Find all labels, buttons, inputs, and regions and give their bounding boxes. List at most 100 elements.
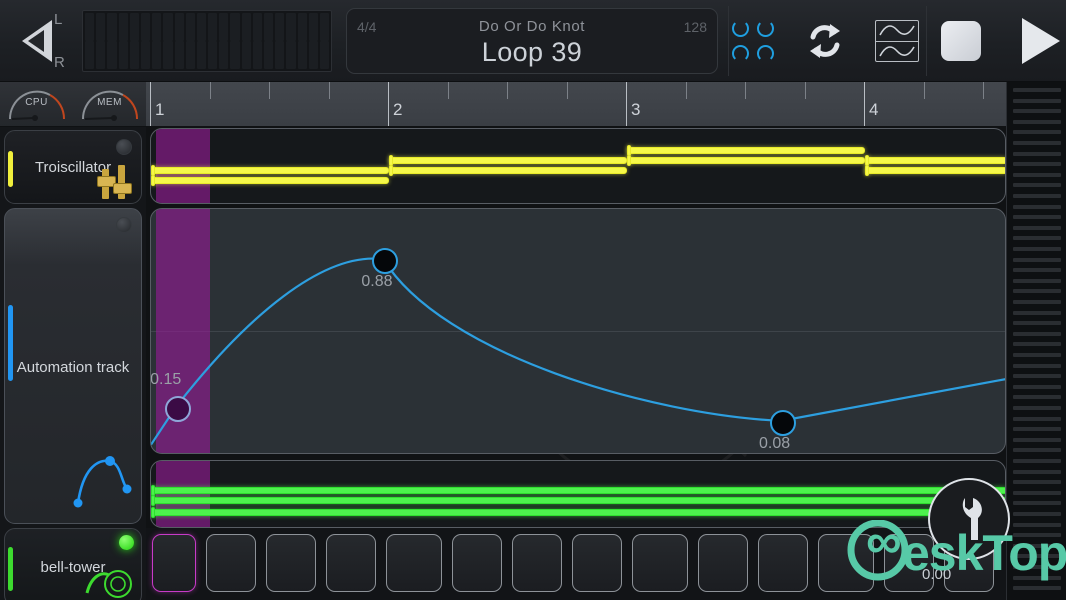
keyboard-key[interactable] [1013,459,1061,463]
play-button[interactable] [1018,18,1064,64]
note-clip[interactable] [151,497,1005,504]
note-clip[interactable] [627,147,865,154]
keyboard-key[interactable] [1013,130,1061,135]
automation-node[interactable] [770,409,797,436]
selection-region-bell-tower[interactable] [156,461,210,527]
keyboard-key[interactable] [1013,172,1061,177]
clip-pad[interactable] [818,534,874,592]
loop-button[interactable] [802,18,848,64]
keyboard-key[interactable] [1013,554,1061,559]
note-clip[interactable] [627,157,865,164]
note-clip[interactable] [389,167,627,174]
keyboard-key[interactable] [1013,353,1061,357]
keyboard-key[interactable] [1013,490,1061,495]
ruler-bar-tick [864,82,865,126]
automation-curve[interactable] [151,209,1006,454]
clip-pad[interactable] [152,534,196,592]
keyboard-key[interactable] [1013,363,1061,368]
keyboard-key[interactable] [1013,384,1061,389]
keyboard-key[interactable] [1013,395,1061,400]
keyboard-key[interactable] [1013,522,1061,527]
track-knob-troiscillator[interactable] [116,139,132,155]
waveform-button[interactable] [874,18,920,64]
track-knob-automation[interactable] [116,217,132,233]
keyboard-key[interactable] [1013,300,1061,304]
note-clip[interactable] [151,167,389,174]
keyboard-key[interactable] [1013,268,1061,273]
note-clip[interactable] [151,509,1005,516]
keyboard-key[interactable] [1013,437,1061,442]
keyboard-key[interactable] [1013,565,1061,569]
keyboard-key[interactable] [1013,543,1061,548]
clip-pad[interactable] [326,534,376,592]
track-header-bell-tower[interactable]: bell-tower [4,528,142,600]
keyboard-key[interactable] [1013,236,1061,241]
keyboard-key[interactable] [1013,162,1061,167]
keyboard-key[interactable] [1013,469,1061,474]
note-clip[interactable] [865,167,1005,174]
keyboard-key[interactable] [1013,374,1061,379]
settings-wrench-button[interactable] [928,478,1010,560]
keyboard-strip[interactable] [1006,82,1066,600]
automation-node[interactable] [165,395,192,422]
clip-pad[interactable] [452,534,502,592]
clip-pad[interactable] [632,534,688,592]
keyboard-key[interactable] [1013,215,1061,220]
keyboard-key[interactable] [1013,119,1061,124]
keyboard-key[interactable] [1013,183,1061,188]
top-toolbar: L R 4/4 128 Do Or Do Knot Loop 39 [0,0,1066,82]
keyboard-key[interactable] [1013,141,1061,145]
stop-button[interactable] [938,18,984,64]
clip-pad[interactable] [266,534,316,592]
clip-pad[interactable] [884,534,934,592]
keyboard-key[interactable] [1013,289,1061,294]
keyboard-key[interactable] [1013,98,1061,103]
keyboard-key[interactable] [1013,88,1061,92]
keyboard-key[interactable] [1013,247,1061,251]
keyboard-key[interactable] [1013,512,1061,516]
note-clip[interactable] [389,157,627,164]
clip-pad[interactable] [758,534,808,592]
keyboard-key[interactable] [1013,331,1061,336]
automation-lane[interactable]: 0.15 0.88 0.08 [150,208,1006,454]
clip-lane-bell-tower[interactable] [150,460,1006,528]
meter-segment [140,13,151,41]
keyboard-key[interactable] [1013,501,1061,506]
keyboard-key[interactable] [1013,194,1061,198]
clip-lane-troiscillator[interactable] [150,128,1006,204]
note-clip[interactable] [151,177,389,184]
keyboard-key[interactable] [1013,575,1061,580]
keyboard-key[interactable] [1013,278,1061,283]
clip-pad[interactable] [698,534,748,592]
keyboard-key[interactable] [1013,257,1061,262]
keyboard-key[interactable] [1013,342,1061,347]
quantize-button[interactable] [730,18,776,64]
clip-pad[interactable] [572,534,622,592]
keyboard-key[interactable] [1013,225,1061,230]
note-clip[interactable] [151,487,1005,494]
keyboard-key[interactable] [1013,310,1061,315]
meter-segment [152,41,162,69]
keyboard-key[interactable] [1013,427,1061,432]
keyboard-key[interactable] [1013,321,1061,326]
keyboard-key[interactable] [1013,416,1061,421]
note-clip[interactable] [865,157,1005,164]
keyboard-key[interactable] [1013,151,1061,156]
clip-pad[interactable] [512,534,562,592]
clip-pad[interactable] [206,534,256,592]
keyboard-key[interactable] [1013,448,1061,453]
keyboard-key[interactable] [1013,586,1061,591]
keyboard-key[interactable] [1013,204,1061,209]
track-led-bell-tower[interactable] [119,535,134,550]
keyboard-key[interactable] [1013,533,1061,538]
track-header-automation[interactable]: Automation track [4,208,142,524]
selection-region-troiscillator[interactable] [156,129,210,203]
keyboard-key[interactable] [1013,480,1061,485]
clip-pad[interactable] [386,534,442,592]
song-info-panel[interactable]: 4/4 128 Do Or Do Knot Loop 39 [346,8,718,74]
clip-pad-row[interactable] [146,528,1006,600]
track-header-troiscillator[interactable]: Troiscillator [4,130,142,204]
keyboard-key[interactable] [1013,406,1061,410]
timeline-ruler[interactable]: 1 2 3 4 [146,82,1006,127]
keyboard-key[interactable] [1013,109,1061,114]
